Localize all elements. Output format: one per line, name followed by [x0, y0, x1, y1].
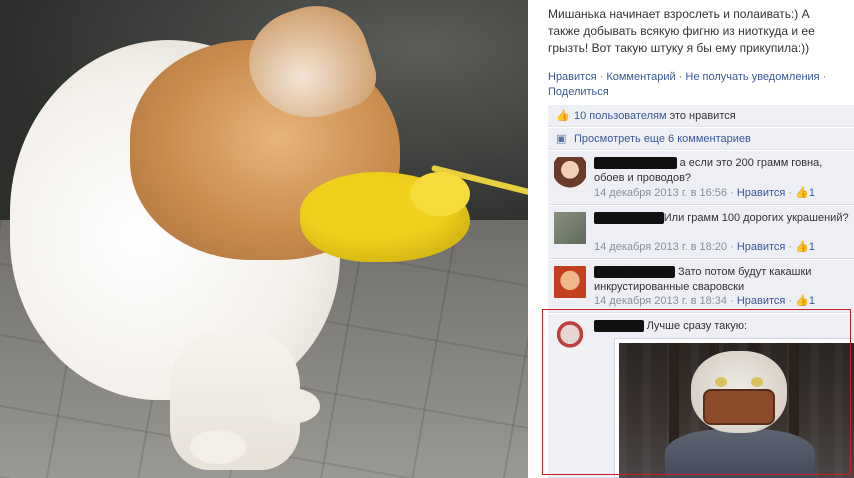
separator: · [596, 71, 607, 83]
comment-item: Victor Yakovlev Зато потом будут какашки… [548, 260, 854, 313]
comment-author[interactable]: Victor Yakovlev [594, 266, 675, 278]
dog-paw [260, 388, 320, 424]
comment-meta: 14 декабря 2013 г. в 16:56 · Нравится · … [594, 187, 815, 199]
comment-body: Или грамм 100 дорогих украшений? [663, 212, 849, 224]
dog-paw [190, 430, 246, 464]
comment-date[interactable]: 14 декабря 2013 г. в 18:34 [594, 295, 727, 307]
avatar[interactable] [554, 212, 586, 244]
comment-text: Игорь ЛанинИли грамм 100 дорогих украшен… [594, 211, 850, 226]
like-link[interactable]: Нравится [548, 71, 597, 83]
avatar[interactable] [554, 266, 586, 298]
post-photo[interactable] [0, 0, 528, 478]
comment-text: Redacted Name а если это 200 грамм говна… [594, 156, 850, 186]
comment-text: Victor Yakovlev Зато потом будут какашки… [594, 265, 850, 295]
post-caption: Мишанька начинает взрослеть и полаивать:… [548, 7, 815, 55]
comment-like-count[interactable]: 1 [809, 187, 815, 199]
comment-date[interactable]: 14 декабря 2013 г. в 16:56 [594, 187, 727, 199]
unfollow-link[interactable]: Не получать уведомления [685, 71, 819, 83]
likes-suffix: это нравится [666, 110, 736, 122]
likes-row: 👍 10 пользователям это нравится [548, 105, 854, 127]
comment-like-count[interactable]: 1 [809, 295, 815, 307]
comment-meta: 14 декабря 2013 г. в 18:20 · Нравится · … [594, 241, 815, 253]
share-link[interactable]: Поделиться [548, 86, 609, 98]
duck-muzzle [300, 172, 470, 262]
more-comments-row[interactable]: ▣ Просмотреть еще 6 комментариев [548, 128, 854, 150]
avatar[interactable] [554, 157, 586, 189]
thumbs-up-icon: 👍 [556, 110, 570, 122]
red-highlight-box [542, 309, 851, 475]
separator: · [675, 71, 686, 83]
comment-link[interactable]: Комментарий [606, 71, 675, 83]
comment-author[interactable]: Redacted Name [594, 157, 677, 169]
speech-bubble-icon: ▣ [556, 133, 567, 145]
comment-like-link[interactable]: Нравится [737, 295, 786, 307]
comment-like-link[interactable]: Нравится [737, 241, 786, 253]
thumbs-up-icon: 👍 [795, 241, 809, 253]
comment-like-link[interactable]: Нравится [737, 187, 786, 199]
comment-like-count[interactable]: 1 [809, 241, 815, 253]
comment-author[interactable]: Игорь Ланин [594, 212, 664, 224]
comment-item: Redacted Name а если это 200 грамм говна… [548, 151, 854, 205]
comment-meta: 14 декабря 2013 г. в 18:34 · Нравится · … [594, 295, 815, 307]
more-comments-link[interactable]: Просмотреть еще 6 комментариев [574, 133, 751, 145]
likes-count-link[interactable]: 10 пользователям [574, 110, 667, 122]
post-actions: Нравится · Комментарий · Не получать уве… [548, 70, 848, 100]
thumbs-up-icon: 👍 [795, 187, 809, 199]
separator: · [819, 71, 827, 83]
comment-item: Игорь ЛанинИли грамм 100 дорогих украшен… [548, 206, 854, 259]
comment-date[interactable]: 14 декабря 2013 г. в 18:20 [594, 241, 727, 253]
thumbs-up-icon: 👍 [795, 295, 809, 307]
